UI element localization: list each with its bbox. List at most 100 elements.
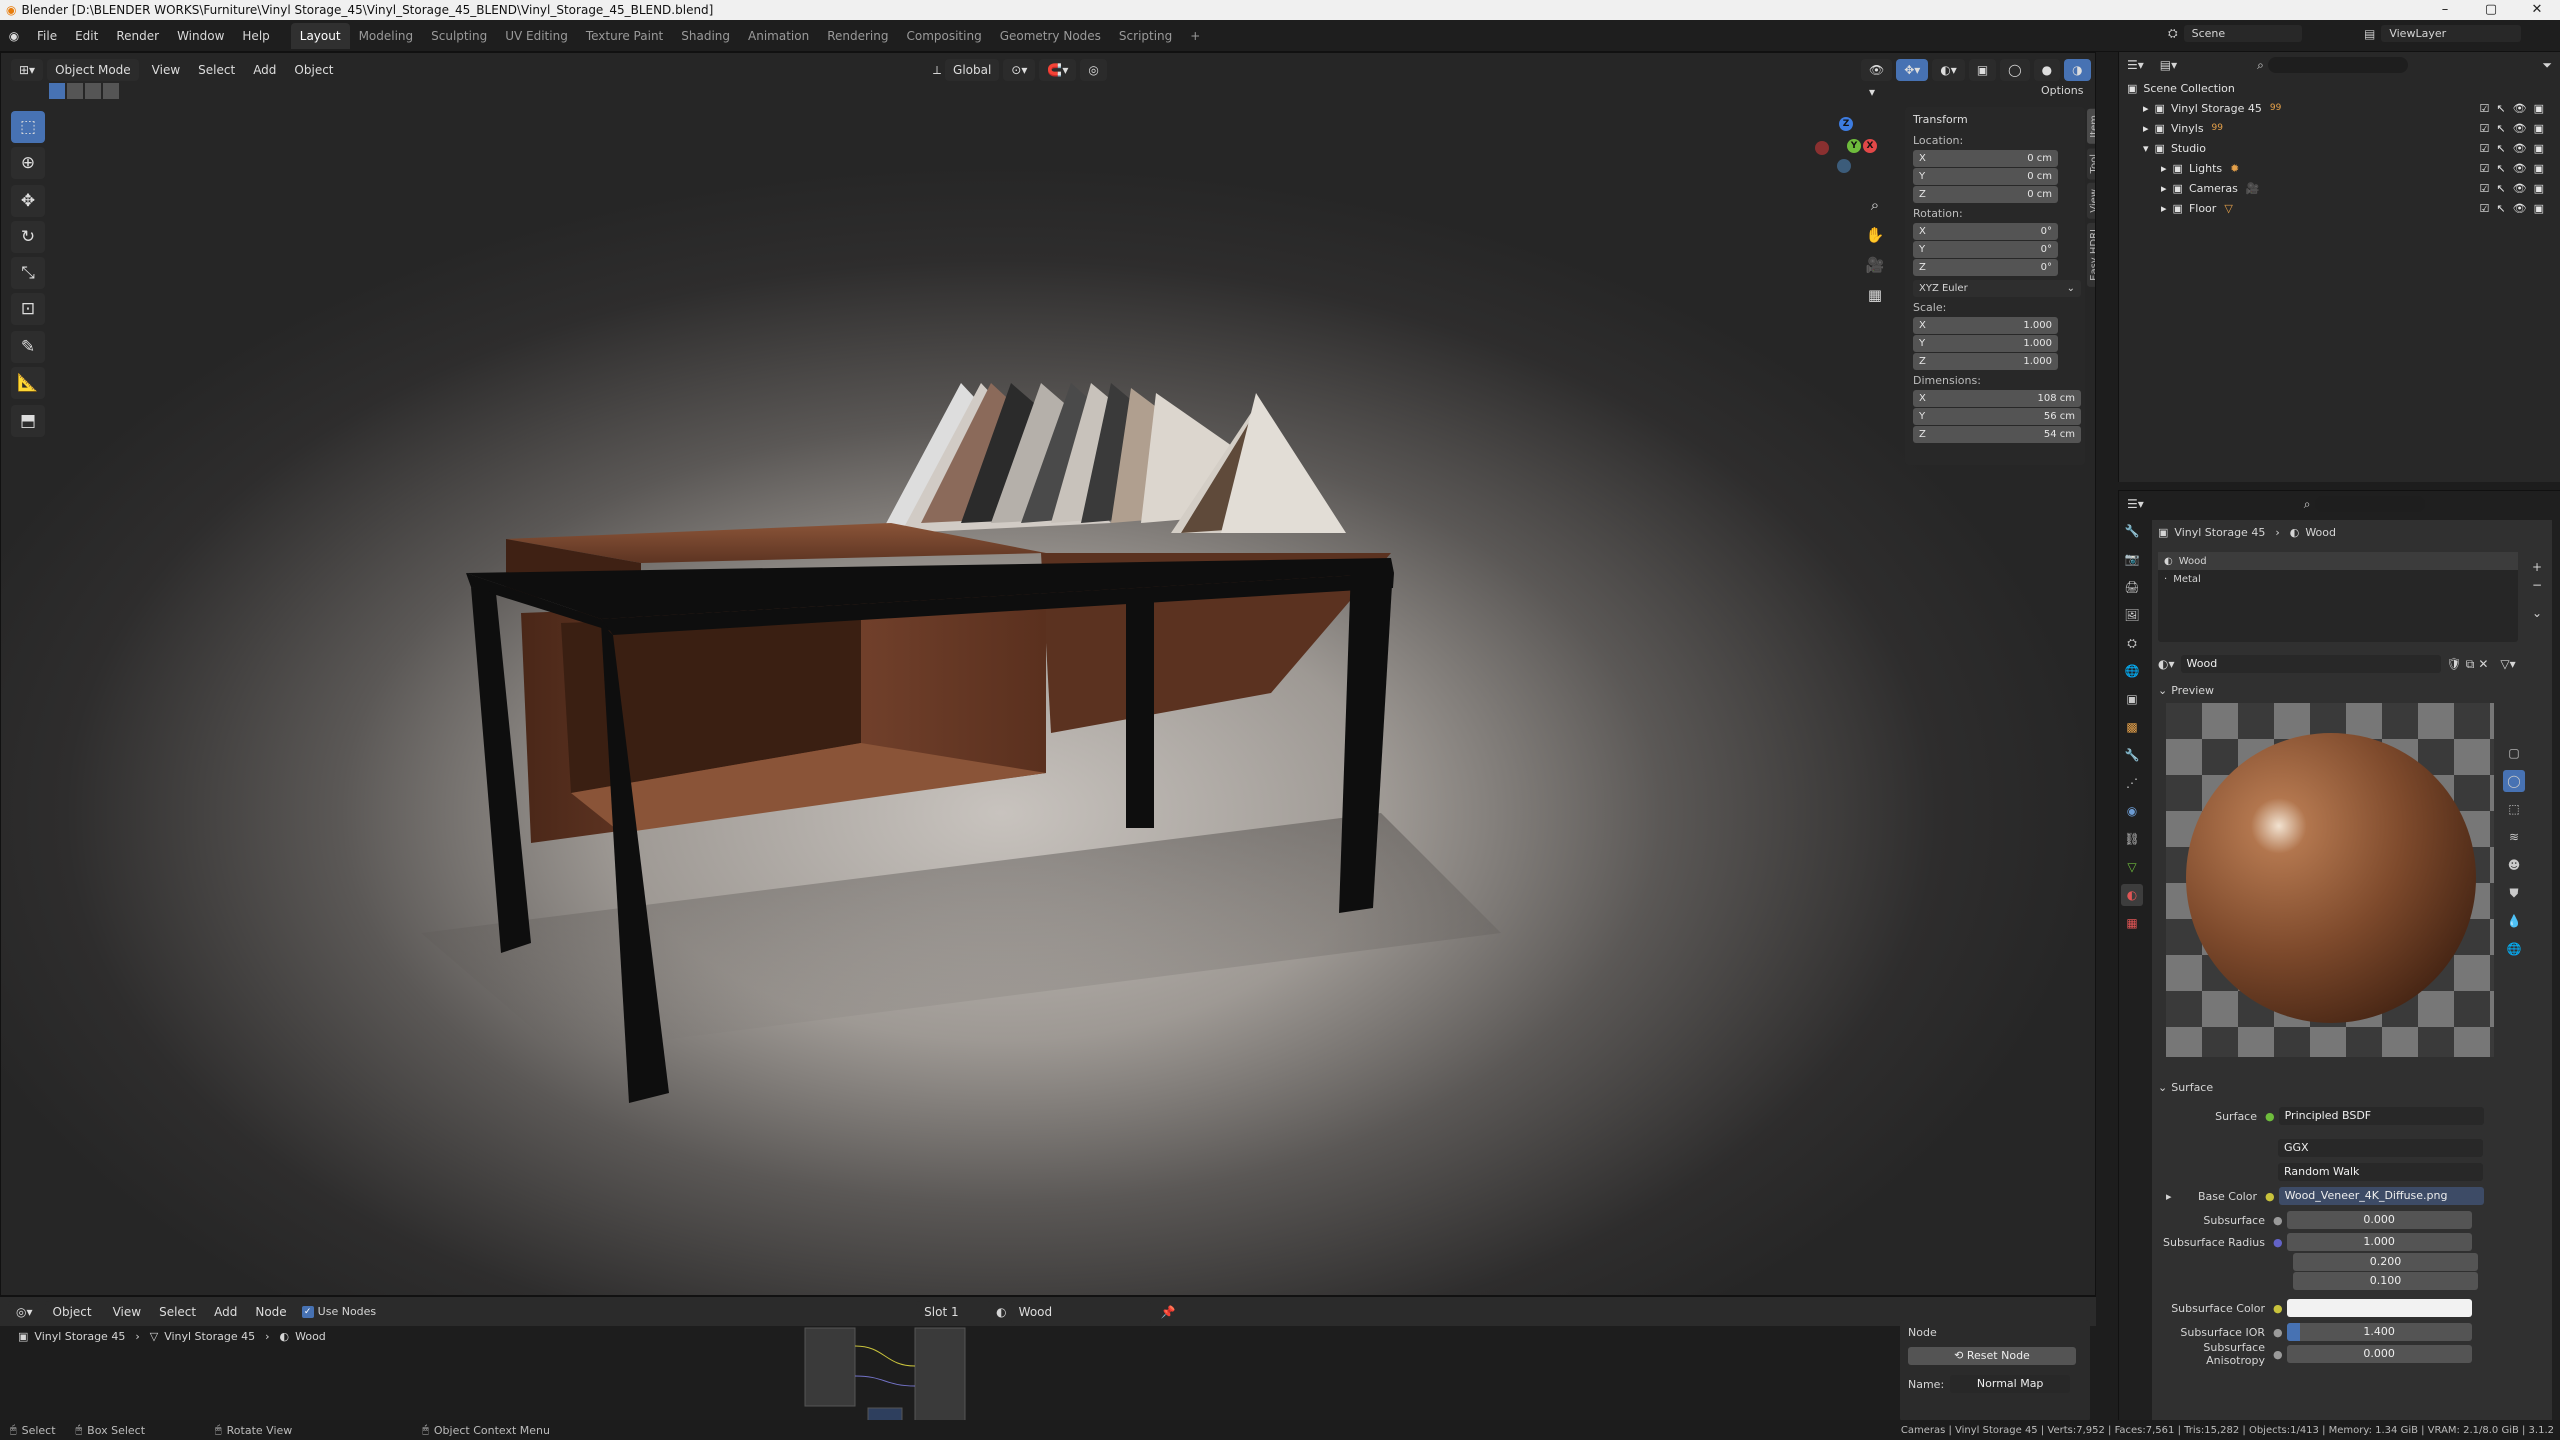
browse-material-icon[interactable]: ◐▾ xyxy=(2158,657,2175,671)
rotation-z-field[interactable]: Z 0° xyxy=(1913,259,2058,276)
preview-sphere-icon[interactable]: ◯ xyxy=(2503,770,2525,792)
world-tab-icon[interactable]: 🌐 xyxy=(2121,660,2143,682)
camera-view-icon[interactable]: 🎥 xyxy=(1863,253,1887,277)
physics-tab-icon[interactable]: ◉ xyxy=(2121,800,2143,822)
outliner-row-vinyls[interactable]: ▸ ▣ Vinyls 99 ☑ ↖ 👁 ▣ xyxy=(2127,118,2552,138)
tab-layout[interactable]: Layout xyxy=(290,22,350,49)
scene-selector[interactable]: Scene xyxy=(2183,25,2302,42)
camera-icon[interactable]: ▣ xyxy=(2534,122,2544,135)
outliner-editor-icon[interactable]: ☰▾ xyxy=(2127,58,2144,72)
subsurface-radius-x-field[interactable]: 1.000 xyxy=(2286,1233,2472,1251)
location-z-field[interactable]: Z0 cm xyxy=(1913,186,2058,203)
node-menu-select[interactable]: Select xyxy=(150,1301,205,1323)
rotation-y-field[interactable]: Y 0° xyxy=(1913,241,2058,258)
sidebar-tab-item[interactable]: Item xyxy=(2087,109,2095,144)
material-slot-row[interactable]: · Metal xyxy=(2158,570,2518,588)
maximize-button[interactable]: ▢ xyxy=(2468,0,2514,20)
eye-icon[interactable]: 👁 xyxy=(2513,122,2527,135)
outliner-row-cameras[interactable]: ▸ ▣ Cameras 🎥 ☑ ↖ 👁 ▣ xyxy=(2127,178,2552,198)
node-mode-selector[interactable]: Object xyxy=(44,1300,100,1323)
outliner-search-input[interactable] xyxy=(2267,57,2408,73)
gizmo-x-axis[interactable]: X xyxy=(1863,139,1877,153)
slot-menu-chevron-icon[interactable]: ⌄ xyxy=(2528,604,2546,622)
menu-window[interactable]: Window xyxy=(168,20,233,52)
menu-edit[interactable]: Edit xyxy=(66,20,107,52)
gizmo-z-axis[interactable]: Z xyxy=(1839,117,1853,131)
preview-fluid-icon[interactable]: 💧 xyxy=(2503,910,2525,932)
navigation-gizmo[interactable]: Z X Y xyxy=(1801,111,1901,191)
select-arrow-icon[interactable]: ↖ xyxy=(2496,182,2505,195)
render-tab-icon[interactable]: 📷 xyxy=(2121,548,2143,570)
tab-sculpting[interactable]: Sculpting xyxy=(422,23,496,49)
outliner-row-lights[interactable]: ▸ ▣ Lights ✹ ☑ ↖ 👁 ▣ xyxy=(2127,158,2552,178)
checkbox-icon[interactable]: ☑ xyxy=(2480,182,2490,195)
particles-tab-icon[interactable]: ⋰ xyxy=(2121,772,2143,794)
scene-collection-row[interactable]: ▣ Scene Collection xyxy=(2127,78,2552,98)
preview-monkey-icon[interactable]: ☻ xyxy=(2503,854,2525,876)
preview-world-icon[interactable]: 🌐 xyxy=(2503,938,2525,960)
pan-hand-icon[interactable]: ✋ xyxy=(1863,223,1887,247)
expand-icon[interactable]: ▸ xyxy=(2161,182,2167,195)
scene-tab-icon[interactable]: ⛭ xyxy=(2121,632,2143,654)
tab-scripting[interactable]: Scripting xyxy=(1110,23,1181,49)
camera-icon[interactable]: ▣ xyxy=(2534,102,2544,115)
node-panel-header[interactable]: Node xyxy=(1908,1326,2082,1339)
sidebar-tab-view[interactable]: View xyxy=(2087,183,2095,219)
minimize-button[interactable]: – xyxy=(2422,0,2468,20)
camera-icon[interactable]: ▣ xyxy=(2534,202,2544,215)
node-material-selector[interactable]: Wood xyxy=(1010,1300,1151,1323)
add-workspace-button[interactable]: + xyxy=(1181,23,1209,49)
rotation-x-field[interactable]: X 0° xyxy=(1913,223,2058,240)
output-tab-icon[interactable]: 🖨 xyxy=(2121,576,2143,598)
display-mode-icon[interactable]: ▤▾ xyxy=(2160,58,2177,72)
material-slot-row[interactable]: ◐ Wood xyxy=(2158,552,2518,570)
subsurface-anisotropy-field[interactable]: 0.000 xyxy=(2286,1345,2472,1363)
zoom-icon[interactable]: ⌕ xyxy=(1863,193,1887,217)
scale-x-field[interactable]: X 1.000 xyxy=(1913,317,2058,334)
tab-compositing[interactable]: Compositing xyxy=(897,23,990,49)
node-editor-type-button[interactable]: ◎▾ xyxy=(8,1300,41,1323)
constraints-tab-icon[interactable]: ⛓ xyxy=(2121,828,2143,850)
data-tab-icon[interactable]: ▽ xyxy=(2121,856,2143,878)
transform-header[interactable]: Transform xyxy=(1913,113,2077,126)
location-y-field[interactable]: Y0 cm xyxy=(1913,168,2058,185)
subsurface-radius-y-field[interactable]: 0.200 xyxy=(2293,1252,2478,1271)
node-menu-add[interactable]: Add xyxy=(205,1301,246,1323)
eye-icon[interactable]: 👁 xyxy=(2513,142,2527,155)
collapse-icon[interactable]: ▾ xyxy=(2143,142,2149,155)
expand-icon[interactable]: ▸ xyxy=(2143,102,2149,115)
node-menu-view[interactable]: View xyxy=(104,1301,150,1323)
viewlayer-selector[interactable]: ViewLayer xyxy=(2381,25,2522,42)
dimensions-y-field[interactable]: Y 56 cm xyxy=(1913,408,2081,425)
duplicate-material-icon[interactable]: ⧉ xyxy=(2466,657,2475,672)
object-tab-icon[interactable]: ▩ xyxy=(2121,716,2143,738)
material-name-field[interactable]: Wood xyxy=(2180,655,2441,673)
tab-uv-editing[interactable]: UV Editing xyxy=(496,23,577,49)
select-arrow-icon[interactable]: ↖ xyxy=(2496,202,2505,215)
texture-tab-icon[interactable]: ▦ xyxy=(2121,912,2143,934)
add-slot-button[interactable]: + xyxy=(2528,558,2546,576)
subsurface-method-select[interactable]: Random Walk xyxy=(2278,1163,2483,1181)
surface-shader-field[interactable]: Principled BSDF xyxy=(2278,1107,2484,1125)
dimensions-z-field[interactable]: Z 54 cm xyxy=(1913,426,2081,443)
select-arrow-icon[interactable]: ↖ xyxy=(2496,122,2505,135)
view-layer-tab-icon[interactable]: 🖼 xyxy=(2121,604,2143,626)
scale-z-field[interactable]: Z 1.000 xyxy=(1913,353,2058,370)
material-tab-icon[interactable]: ◐ xyxy=(2121,884,2143,906)
remove-slot-button[interactable]: − xyxy=(2528,576,2546,594)
eye-icon[interactable]: 👁 xyxy=(2513,202,2527,215)
subsurface-color-swatch[interactable] xyxy=(2286,1299,2472,1317)
tab-modeling[interactable]: Modeling xyxy=(350,23,423,49)
tab-shading[interactable]: Shading xyxy=(672,23,739,49)
node-menu-node[interactable]: Node xyxy=(246,1301,295,1323)
gizmo-neg-x[interactable] xyxy=(1815,141,1829,155)
subsurface-radius-z-field[interactable]: 0.100 xyxy=(2293,1271,2478,1290)
modifier-tab-icon[interactable]: 🔧 xyxy=(2121,744,2143,766)
checkbox-icon[interactable]: ☑ xyxy=(2480,202,2490,215)
node-name-field[interactable]: Normal Map xyxy=(1950,1375,2071,1393)
reset-node-button[interactable]: ⟲ Reset Node xyxy=(1908,1347,2076,1365)
eye-icon[interactable]: 👁 xyxy=(2513,182,2527,195)
expand-icon[interactable]: ▸ xyxy=(2161,202,2167,215)
camera-icon[interactable]: ▣ xyxy=(2534,142,2544,155)
checkbox-icon[interactable]: ☑ xyxy=(2480,142,2490,155)
